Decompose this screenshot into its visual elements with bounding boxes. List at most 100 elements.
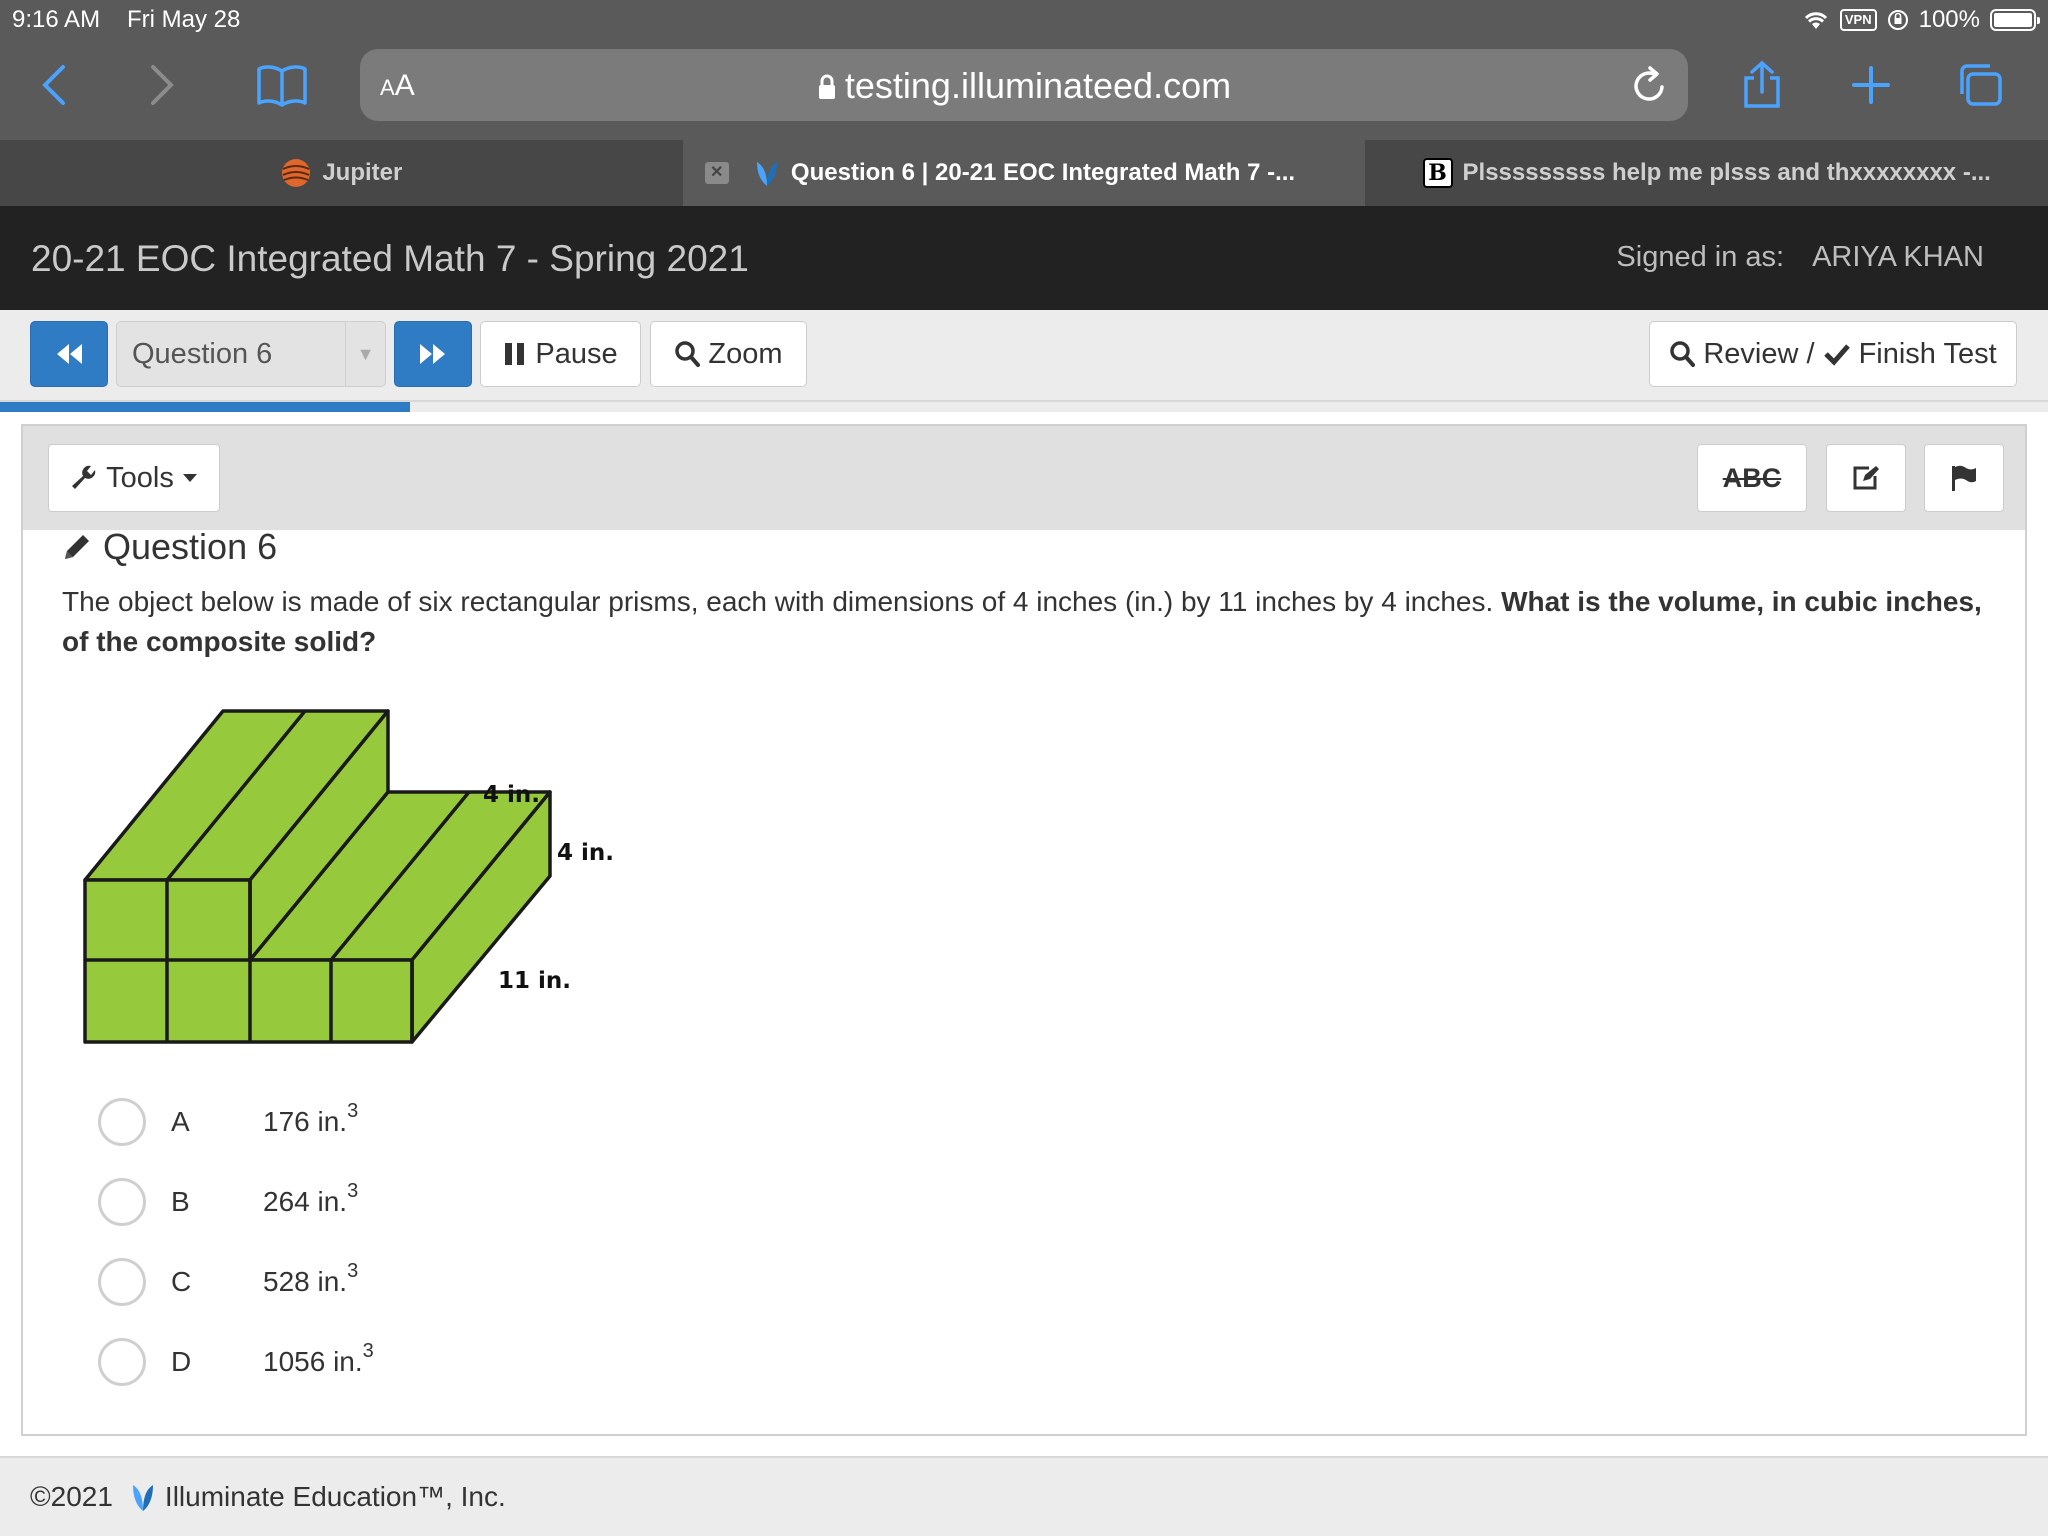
orientation-lock-icon (1887, 10, 1908, 30)
pause-button[interactable]: Pause (480, 321, 641, 387)
copyright: ©2021 (30, 1481, 113, 1512)
tab-label: Plsssssssss help me plsss and thxxxxxxxx… (1462, 159, 1991, 186)
forward-button[interactable] (132, 60, 192, 110)
url-field[interactable]: testing.illuminateed.com (360, 65, 1688, 107)
back-button[interactable] (24, 60, 84, 110)
close-tab-icon[interactable]: ✕ (704, 162, 729, 184)
checkmark-icon (1823, 344, 1850, 366)
app-header: 20-21 EOC Integrated Math 7 - Spring 202… (0, 206, 2048, 310)
tab-jupiter[interactable]: Jupiter (0, 140, 683, 206)
rewind-icon (57, 344, 82, 364)
choice-letter: A (171, 1106, 190, 1137)
zoom-label: Zoom (708, 337, 783, 370)
status-bar: 9:16 AM Fri May 28 VPN 100% (0, 0, 2048, 38)
fast-forward-icon (420, 344, 445, 364)
question-heading: Question 6 (61, 526, 277, 568)
pause-label: Pause (535, 337, 618, 370)
radio-button[interactable] (98, 1338, 146, 1386)
choice-c[interactable]: C 528 in.3 (98, 1246, 698, 1326)
vpn-badge: VPN (1839, 9, 1877, 31)
footer: ©2021 Illuminate Education™, Inc. (0, 1456, 2048, 1536)
plus-icon (1852, 66, 1890, 104)
share-button[interactable] (1732, 60, 1792, 110)
jupiter-logo-icon (282, 159, 311, 187)
search-icon (675, 341, 701, 367)
status-right: VPN 100% (1802, 6, 2040, 34)
choice-exponent: 3 (347, 1180, 359, 1202)
strikethrough-button[interactable]: ABC (1697, 444, 1807, 512)
battery-icon (1990, 9, 2040, 31)
progress-fill (0, 402, 410, 412)
address-bar[interactable]: AA testing.illuminateed.com (360, 49, 1688, 121)
choice-value-text: 1056 in. (263, 1346, 363, 1377)
chevron-left-icon (42, 65, 65, 105)
tabs-icon (1960, 64, 2002, 106)
signed-in-info: Signed in as: ARIYA KHAN (1616, 241, 1984, 274)
choice-b[interactable]: B 264 in.3 (98, 1166, 698, 1246)
answer-choices: A 176 in.3 B 264 in.3 C 528 in.3 D 1056 … (98, 1086, 698, 1406)
pause-icon (505, 343, 525, 365)
illuminate-logo-icon (132, 1485, 153, 1511)
search-icon (1670, 341, 1696, 367)
label-depth-dimension: 11 in. (498, 968, 571, 994)
choice-value: 528 in.3 (263, 1260, 358, 1298)
lock-icon (818, 74, 835, 99)
edit-icon (1853, 466, 1879, 490)
choice-a[interactable]: A 176 in.3 (98, 1086, 698, 1166)
question-panel: Tools ABC Question 6 The object below is… (21, 424, 2027, 1436)
previous-question-button[interactable] (30, 321, 108, 387)
label-side-dimension: 4 in. (557, 840, 614, 866)
question-select[interactable]: Question 6 ▼ (116, 321, 386, 387)
choice-exponent: 3 (347, 1260, 359, 1282)
question-select-value: Question 6 (132, 337, 273, 370)
composite-solid-figure: 4 in. 4 in. 11 in. (61, 708, 621, 1083)
chevron-right-icon (151, 65, 174, 105)
wrench-icon (72, 465, 96, 489)
choice-d[interactable]: D 1056 in.3 (98, 1326, 698, 1406)
tools-button[interactable]: Tools (48, 444, 220, 512)
test-toolbar: Question 6 ▼ Pause Zoom Review / Finish … (0, 310, 2048, 402)
abc-label: ABC (1722, 462, 1782, 493)
caret-down-icon (182, 474, 197, 482)
tools-label: Tools (106, 461, 174, 494)
choice-value: 1056 in.3 (263, 1340, 374, 1378)
share-icon (1744, 60, 1780, 108)
reload-icon[interactable] (1630, 65, 1668, 105)
tab-question[interactable]: ✕ Question 6 | 20-21 EOC Integrated Math… (682, 140, 1366, 206)
review-label: Review / (1703, 337, 1815, 370)
bookmarks-button[interactable] (252, 60, 312, 110)
tabs-overview-button[interactable] (1950, 60, 2010, 110)
label-top-dimension: 4 in. (483, 782, 540, 808)
tab-brainly[interactable]: B Plsssssssss help me plsss and thxxxxxx… (1365, 140, 2048, 206)
status-time: 9:16 AM (12, 6, 101, 33)
question-text: The object below is made of six rectangu… (62, 586, 1502, 617)
pencil-icon (65, 535, 89, 559)
choice-letter: C (171, 1266, 192, 1297)
url-text: testing.illuminateed.com (844, 65, 1232, 106)
choice-value: 264 in.3 (263, 1180, 358, 1218)
choice-exponent: 3 (362, 1340, 374, 1362)
tab-label: Question 6 | 20-21 EOC Integrated Math 7… (790, 159, 1296, 186)
flag-icon (1952, 465, 1976, 491)
finish-label: Finish Test (1858, 337, 1997, 370)
zoom-button[interactable]: Zoom (650, 321, 807, 387)
test-title: 20-21 EOC Integrated Math 7 - Spring 202… (31, 238, 749, 279)
test-progress-bar (0, 402, 2048, 412)
tab-label: Jupiter (322, 159, 403, 186)
flag-button[interactable] (1924, 444, 2004, 512)
review-finish-button[interactable]: Review / Finish Test (1649, 321, 2017, 387)
browser-toolbar: AA testing.illuminateed.com (0, 38, 2048, 140)
radio-button[interactable] (98, 1258, 146, 1306)
battery-percent: 100% (1918, 6, 1980, 33)
notepad-button[interactable] (1826, 444, 1906, 512)
next-question-button[interactable] (394, 321, 472, 387)
radio-button[interactable] (98, 1098, 146, 1146)
new-tab-button[interactable] (1841, 60, 1901, 110)
question-title: Question 6 (103, 526, 278, 567)
radio-button[interactable] (98, 1178, 146, 1226)
choice-exponent: 3 (347, 1100, 359, 1122)
user-name: ARIYA KHAN (1812, 241, 1984, 273)
illuminate-logo-icon (756, 162, 777, 186)
signed-in-label: Signed in as: (1616, 241, 1785, 273)
choice-letter: D (171, 1346, 192, 1377)
